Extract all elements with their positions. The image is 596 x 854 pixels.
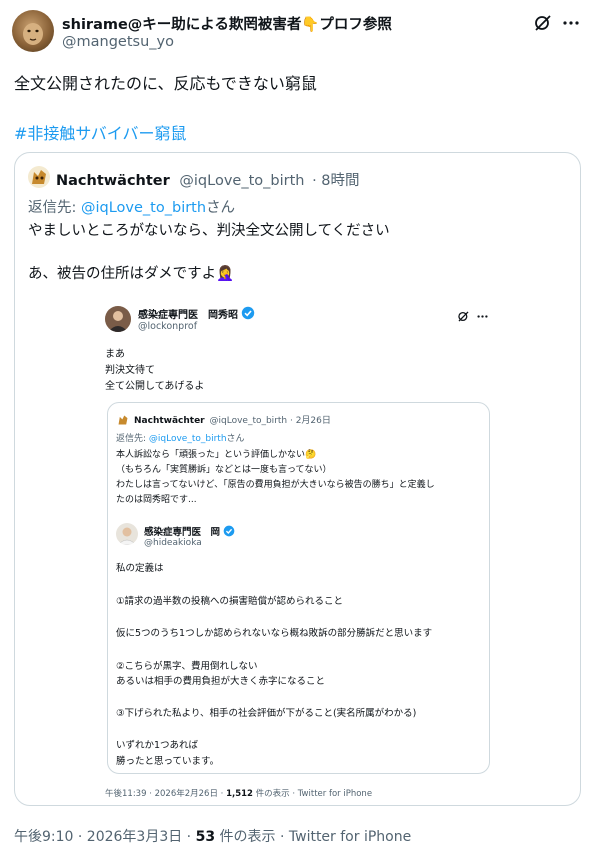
inner-line: あるいは相手の費用負担が大きく赤字になること <box>116 676 326 687</box>
inner-line: 勝ったと思っています。 <box>116 756 220 767</box>
inner-line: ①請求の過半数の投稿への損害賠償が認められること <box>116 596 344 607</box>
nested-reply-handle: @iqLove_to_birth <box>148 434 227 444</box>
nested-reply-suffix: さん <box>226 434 245 444</box>
screenshot-views-count: 1,512 <box>226 789 253 799</box>
owl-image <box>32 170 46 184</box>
inner-line: 仮に5つのうち1つしか認められないなら概ね敗訴の部分勝訴だと思います <box>116 628 433 639</box>
screenshot-display-name: 感染症専門医 岡秀昭 <box>138 310 238 321</box>
nested-display-name: Nachtwächter <box>134 416 205 426</box>
screenshot-line: まあ <box>105 349 125 360</box>
quote-avatar[interactable] <box>28 166 50 188</box>
screenshot-footer-time: 午後11:39 · 2026年2月26日 · <box>105 789 227 799</box>
quote-reply-prefix: 返信先: <box>28 200 81 216</box>
embedded-screenshot[interactable]: 感染症専門医 岡秀昭 @lockonprof まあ 判決文待て 全て公開してあげ… <box>93 296 496 799</box>
quote-reply-handle[interactable]: @iqLove_to_birth <box>81 200 206 216</box>
views-label: 件の表示 · Twitter for iPhone <box>215 829 412 845</box>
lion-image <box>23 23 43 45</box>
inner-display-name: 感染症専門医 岡 <box>144 527 221 538</box>
quote-line-2: あ、被告の住所はダメですよ🤦‍♀️ <box>28 266 235 282</box>
quote-display-name[interactable]: Nachtwächter <box>56 173 170 189</box>
screenshot-views-label: 件の表示 · Twitter for iPhone <box>252 789 373 799</box>
screenshot-avatar <box>105 306 131 332</box>
person-image <box>117 527 137 545</box>
quote-reply-to: 返信先: @iqLove_to_birthさん <box>28 196 235 217</box>
quote-line-1: やましいところがないなら、判決全文公開してください <box>28 223 390 239</box>
screenshot-more-icon <box>476 308 489 327</box>
screenshot-handle: @lockonprof <box>138 321 198 332</box>
nested-line: たのは岡秀昭です... <box>116 495 197 505</box>
screenshot-grok-icon <box>457 308 470 327</box>
quote-time[interactable]: · 8時間 <box>312 173 359 189</box>
nested-quote-avatar <box>116 412 130 426</box>
inner-line: 私の定義は <box>116 563 164 574</box>
inner-line: ③下げられた私より、相手の社会評価が下がること(実名所属がわかる) <box>116 708 417 719</box>
verified-badge-icon <box>224 525 235 537</box>
post-text: 全文公開されたのに、反応もできない窮鼠 <box>14 74 317 93</box>
person-image <box>105 306 131 332</box>
author-handle[interactable]: @mangetsu_yo <box>62 34 174 50</box>
verified-badge-icon <box>242 306 255 320</box>
post-time[interactable]: 午後9:10 · 2026年3月3日 · <box>14 829 196 845</box>
nested-line: （もちろん「実質勝訴」などとは一度も言ってない） <box>116 465 332 475</box>
nested-reply-prefix: 返信先: <box>116 434 149 444</box>
nested-line: わたしは言ってないけど、「原告の費用負担が大きいなら被告の勝ち」と定義し <box>116 480 435 490</box>
author-display-name[interactable]: shirame@キー助による欺罔被害者👇プロフ参照 <box>62 13 392 34</box>
inner-line: ②こちらが黒字、費用倒れしない <box>116 661 258 672</box>
screenshot-line: 判決文待て <box>105 365 155 376</box>
hashtag-link[interactable]: #非接触サバイバー窮鼠 <box>14 120 186 144</box>
inner-handle: @hideakioka <box>144 538 202 548</box>
more-options-icon[interactable] <box>560 12 582 34</box>
post-footer: 午後9:10 · 2026年3月3日 · 53 件の表示 · Twitter f… <box>14 826 411 846</box>
nested-reply-to: 返信先: @iqLove_to_birthさん <box>116 431 245 444</box>
inner-line: いずれか1つあれば <box>116 740 199 751</box>
inner-avatar <box>116 523 138 545</box>
screenshot-line: 全て公開してあげるよ <box>105 381 205 392</box>
grok-icon[interactable] <box>532 12 554 34</box>
nested-line: 本人訴訟なら「頑張った」という評価しかない🤔 <box>116 450 317 460</box>
author-avatar[interactable] <box>12 10 54 52</box>
screenshot-footer: 午後11:39 · 2026年2月26日 · 1,512 件の表示 · Twit… <box>105 787 372 799</box>
owl-image <box>118 415 128 425</box>
nested-handle-time: @iqLove_to_birth · 2月26日 <box>209 416 331 426</box>
quote-handle[interactable]: @iqLove_to_birth <box>179 173 304 189</box>
views-count[interactable]: 53 <box>196 829 215 845</box>
quote-reply-suffix: さん <box>206 200 236 216</box>
